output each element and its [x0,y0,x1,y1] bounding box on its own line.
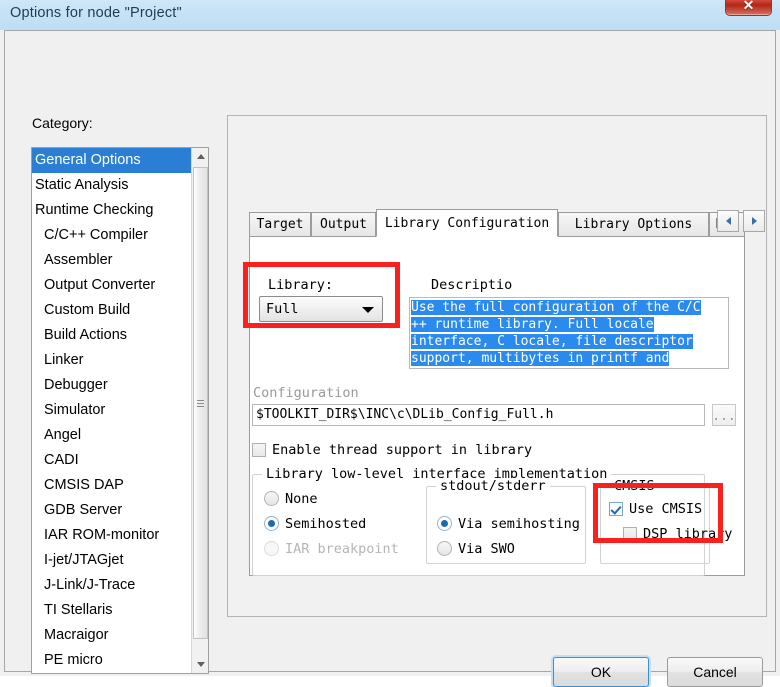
radio-iar-breakpoint: IAR breakpoint [264,541,399,557]
radio-via-swo[interactable]: Via SWO [437,541,515,557]
group-title: stdout/stderr [436,478,550,494]
sidebar-item-runtime-checking[interactable]: Runtime Checking [32,198,208,223]
tab-label: Library Options [574,217,693,232]
sidebar-item-output-converter[interactable]: Output Converter [32,273,208,298]
tab-scroll-left-icon[interactable] [717,210,739,232]
tab-label: Library Configuration [384,215,550,231]
radio-icon [437,516,452,531]
library-select[interactable]: Full [259,296,383,322]
library-select-value: Full [266,301,299,317]
checkbox-label: Enable thread support in library [272,442,533,458]
radio-icon [264,516,279,531]
checkbox-icon [609,502,623,516]
checkbox-icon [252,443,266,457]
sidebar-item-macraigor[interactable]: Macraigor [32,623,208,648]
ok-button[interactable]: OK [553,657,649,687]
tab-target[interactable]: Target [249,212,311,236]
sidebar-item-pe-micro[interactable]: PE micro [32,648,208,673]
sidebar-item-rdi[interactable]: RDI [32,673,208,674]
title-bar: Options for node "Project" ✕ [0,0,780,30]
radio-icon [264,541,279,556]
sidebar-item-j-link-j-trace[interactable]: J-Link/J-Trace [32,573,208,598]
checkbox-dsp-library[interactable]: DSP library [623,526,732,542]
radio-label: Semihosted [285,516,367,532]
description-line: ++ runtime library. Full locale [411,317,654,332]
description-label: Descriptio [431,277,513,293]
tab-scroll-right-icon[interactable] [743,210,765,232]
group-title: CMSIS [610,478,659,494]
tab-library-configuration[interactable]: Library Configuration [376,209,558,237]
tab-label: Target [256,217,304,232]
scrollbar-grip-icon [197,399,204,407]
radio-icon [437,541,452,556]
description-box[interactable]: Use the full configuration of the C/C ++… [409,297,729,369]
library-label: Library: [268,277,334,293]
radio-label: IAR breakpoint [285,541,399,557]
sidebar-item-linker[interactable]: Linker [32,348,208,373]
cancel-button[interactable]: Cancel [667,657,763,687]
sidebar-item-i-jet-jtagjet[interactable]: I-jet/JTAGjet [32,548,208,573]
sidebar-item-custom-build[interactable]: Custom Build [32,298,208,323]
description-line: support, multibytes in printf and [411,351,670,366]
scroll-down-arrow-icon[interactable] [192,656,208,673]
category-list[interactable]: General Options Static Analysis Runtime Ch… [31,147,209,674]
radio-via-semihosting[interactable]: Via semihosting [437,516,580,532]
description-line: Use the full configuration of the C/C [411,300,701,315]
sidebar-item-iar-rom-monitor[interactable]: IAR ROM-monitor [32,523,208,548]
sidebar-item-angel[interactable]: Angel [32,423,208,448]
options-dialog-window: Options for node "Project" ✕ Category: G… [0,0,780,687]
close-icon: ✕ [742,0,755,13]
description-line: interface, C locale, file descriptor [411,334,693,349]
radio-label: Via SWO [458,541,515,557]
category-scrollbar[interactable] [191,148,208,673]
sidebar-item-cmsis-dap[interactable]: CMSIS DAP [32,473,208,498]
radio-label: Via semihosting [458,516,580,532]
sidebar-item-debugger[interactable]: Debugger [32,373,208,398]
sidebar-item-static-analysis[interactable]: Static Analysis [32,173,208,198]
category-items-container: General Options Static Analysis Runtime Ch… [32,148,208,674]
tab-library-options[interactable]: Library Options [558,212,709,236]
checkbox-icon [623,527,637,541]
browse-ellipsis-icon[interactable]: ... [712,404,736,426]
sidebar-item-assembler[interactable]: Assembler [32,248,208,273]
sidebar-item-gdb-server[interactable]: GDB Server [32,498,208,523]
category-label: Category: [32,115,93,131]
cmsis-group: CMSIS [600,478,710,564]
sidebar-item-build-actions[interactable]: Build Actions [32,323,208,348]
checkbox-label: Use CMSIS [629,501,703,517]
window-title: Options for node "Project" [10,5,182,21]
tab-output[interactable]: Output [311,212,376,236]
tab-bar: Target Output Library Configuration Libr… [249,209,765,237]
configuration-label: Configuration [253,385,359,401]
radio-icon [264,491,279,506]
sidebar-item-simulator[interactable]: Simulator [32,398,208,423]
chevron-down-icon [362,307,374,313]
checkbox-label: DSP library [643,526,733,542]
sidebar-item-c-c-compiler[interactable]: C/C++ Compiler [32,223,208,248]
sidebar-item-ti-stellaris[interactable]: TI Stellaris [32,598,208,623]
checkbox-use-cmsis[interactable]: Use CMSIS [609,501,702,517]
enable-thread-support-checkbox[interactable]: Enable thread support in library [252,442,532,458]
tab-label: Output [320,217,367,232]
radio-label: None [285,491,318,507]
radio-semihosted[interactable]: Semihosted [264,516,366,532]
close-button[interactable]: ✕ [725,0,772,16]
configuration-file-input[interactable]: $TOOLKIT_DIR$\INC\c\DLib_Config_Full.h [252,404,705,426]
scroll-up-arrow-icon[interactable] [192,148,208,165]
sidebar-item-cadi[interactable]: CADI [32,448,208,473]
dialog-body: Category: General Options Static Analysis… [4,30,776,687]
sidebar-item-general-options[interactable]: General Options [32,148,208,173]
scrollbar-thumb[interactable] [193,167,208,639]
radio-none[interactable]: None [264,491,318,507]
